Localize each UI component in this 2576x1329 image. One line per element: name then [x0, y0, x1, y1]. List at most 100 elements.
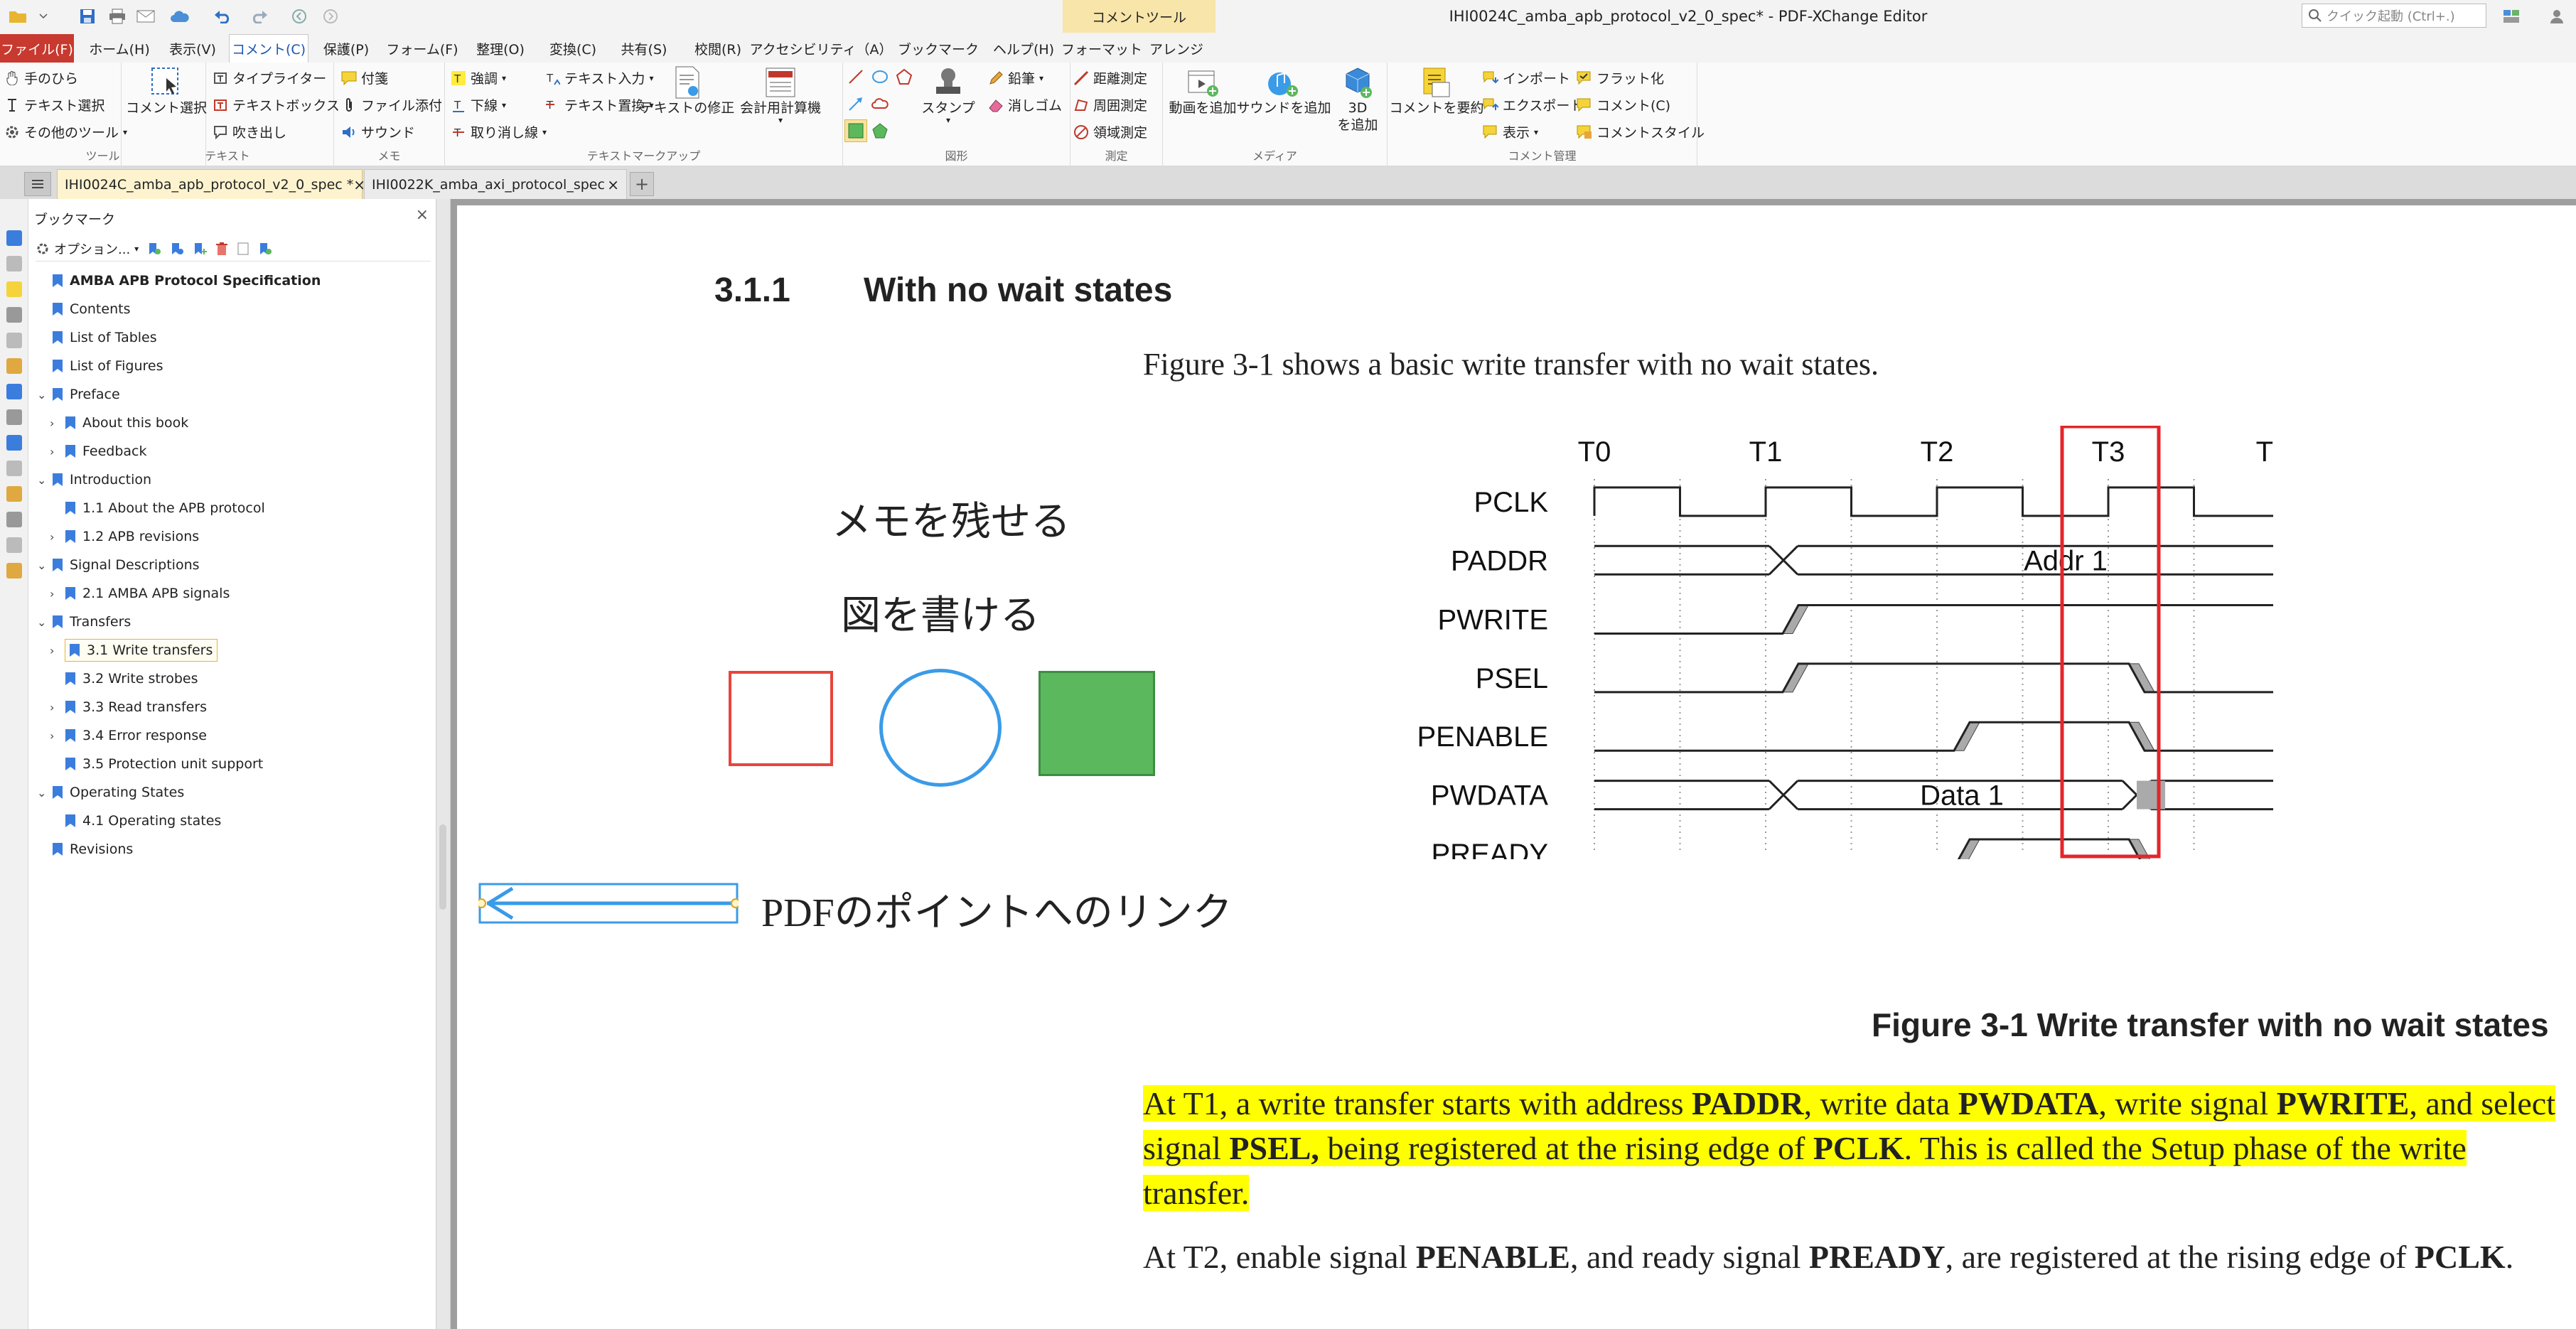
tab-protect[interactable]: 保護(P) [314, 34, 378, 63]
bookmark-options-menu[interactable]: オプション... ▾ [36, 240, 139, 258]
comments-button[interactable]: コメント(C) [1577, 95, 1670, 114]
attachments-pane-icon[interactable] [6, 307, 22, 323]
flatten-button[interactable]: フラット化 [1577, 68, 1664, 87]
signatures-pane-icon[interactable] [6, 384, 22, 399]
circle-annotation[interactable] [879, 669, 1002, 787]
rectangle-icon[interactable] [844, 119, 867, 142]
underline-tool[interactable]: T 下線 ▾ [451, 95, 506, 114]
layers-pane-icon[interactable] [6, 333, 22, 348]
properties-pane-icon[interactable] [6, 409, 22, 425]
bookmark-item[interactable]: › 3.4 Error response [50, 725, 207, 746]
bookmark-item[interactable]: 4.1 Operating states [65, 810, 221, 832]
collapse-arrow-icon[interactable]: ⌄ [37, 786, 46, 800]
bookmark-item[interactable]: › 3.1 Write transfers [50, 639, 218, 662]
bookmark-item[interactable]: Revisions [53, 839, 133, 860]
bookmark-item[interactable]: › 1.2 APB revisions [50, 526, 199, 547]
properties-icon[interactable] [237, 242, 249, 256]
tab-view[interactable]: 表示(V) [161, 34, 225, 63]
draw-annotation-text[interactable]: 図を書ける [841, 583, 1040, 641]
expand-arrow-icon[interactable]: › [50, 729, 54, 743]
bookmark-item[interactable]: ⌄ Preface [37, 384, 120, 405]
collapse-arrow-icon[interactable]: ⌄ [37, 559, 46, 572]
tab-help[interactable]: ヘルプ(H) [988, 34, 1059, 63]
text-correction-tool[interactable]: テキストの修正 [640, 65, 734, 117]
tags-pane-icon[interactable] [6, 486, 22, 502]
tab-list-menu-button[interactable] [24, 172, 51, 196]
bookmark-item[interactable]: List of Tables [53, 327, 157, 348]
cloud-icon[interactable] [168, 4, 192, 28]
ellipse-icon[interactable] [871, 68, 889, 85]
bookmark-item[interactable]: AMBA APB Protocol Specification [53, 270, 321, 291]
expand-arrow-icon[interactable]: › [50, 416, 54, 430]
print-icon[interactable] [105, 4, 129, 28]
summarize-comments-button[interactable]: コメントを要約 [1390, 65, 1484, 117]
pencil-tool[interactable]: 鉛筆 ▾ [988, 68, 1043, 87]
tab-home[interactable]: ホーム(H) [84, 34, 155, 63]
bookmarks-pane-icon[interactable] [6, 230, 22, 246]
doc-tab-apb[interactable]: IHI0024C_amba_apb_protocol_v2_0_spec * × [57, 169, 365, 199]
fields-pane-icon[interactable] [6, 461, 22, 476]
expand-arrow-icon[interactable]: › [50, 445, 54, 458]
pdf-page[interactable]: 3.1.1 With no wait states Figure 3-1 sho… [457, 205, 2576, 1329]
bookmark-item[interactable]: › 2.1 AMBA APB signals [50, 583, 230, 604]
square-annotation[interactable] [729, 671, 833, 766]
layout-icon[interactable] [2499, 4, 2523, 28]
redo-icon[interactable] [247, 4, 272, 28]
links-pane-icon[interactable] [6, 512, 22, 527]
expand-arrow-icon[interactable]: › [50, 644, 54, 657]
collapse-arrow-icon[interactable]: ⌄ [37, 615, 46, 629]
bookmark-item[interactable]: › 3.3 Read transfers [50, 696, 207, 718]
comment-select-tool[interactable]: コメント選択 [126, 65, 207, 117]
bookmark-item[interactable]: 3.5 Protection unit support [65, 753, 263, 775]
add-video-button[interactable]: 動画を追加 [1167, 65, 1238, 117]
pentagon-icon[interactable] [871, 122, 889, 139]
comments-pane-icon[interactable] [6, 281, 22, 297]
hand-tool[interactable]: 手のひら [4, 68, 78, 87]
tab-format[interactable]: フォーマット [1061, 34, 1142, 63]
delete-bookmark-icon[interactable] [215, 242, 228, 256]
cloud-shape-icon[interactable] [871, 95, 889, 112]
tab-file[interactable]: ファイル(F) [0, 34, 74, 63]
attach-file-tool[interactable]: ファイル添付 [341, 95, 442, 114]
arrow-icon[interactable] [847, 95, 864, 112]
forward-icon[interactable] [318, 4, 343, 28]
replace-text-tool[interactable]: Tテキスト置換▾ [544, 95, 653, 114]
add-3d-button[interactable]: 3D を追加 [1331, 65, 1385, 134]
stamp-tool[interactable]: スタンプ ▾ [921, 65, 975, 124]
bookmark-search-icon[interactable] [258, 242, 272, 256]
articles-pane-icon[interactable] [6, 537, 22, 553]
review-pane-icon[interactable] [6, 563, 22, 579]
bookmark-item[interactable]: Contents [53, 298, 130, 320]
tab-review[interactable]: 校閲(R) [682, 34, 753, 63]
bookmark-item[interactable]: › Feedback [50, 441, 146, 462]
import-button[interactable]: インポート [1483, 68, 1570, 87]
expand-arrow-icon[interactable]: › [50, 530, 54, 544]
expand-bookmark-icon[interactable] [193, 242, 208, 256]
comment-style-button[interactable]: コメントスタイル [1577, 122, 1705, 141]
strikeout-tool[interactable]: T取り消し線▾ [451, 122, 547, 141]
doc-tab-axi[interactable]: IHI0022K_amba_axi_protocol_spec × [364, 169, 627, 199]
export-button[interactable]: エクスポート [1483, 95, 1583, 114]
undo-icon[interactable] [210, 4, 235, 28]
thumbnails-pane-icon[interactable] [6, 256, 22, 271]
polygon-icon[interactable] [896, 68, 913, 85]
open-folder-icon[interactable] [6, 4, 30, 28]
bookmark-item[interactable]: 3.2 Write strobes [65, 668, 198, 689]
tab-arrange[interactable]: アレンジ [1144, 34, 1208, 63]
eraser-tool[interactable]: 消しゴム [988, 95, 1062, 114]
bookmark-item[interactable]: ⌄ Signal Descriptions [37, 554, 200, 576]
other-tools-menu[interactable]: その他のツール ▾ [4, 122, 127, 141]
new-tab-button[interactable]: + [630, 172, 654, 196]
close-tab-icon[interactable]: × [607, 176, 619, 193]
panel-splitter[interactable] [436, 199, 451, 1329]
bookmark-item[interactable]: ⌄ Transfers [37, 611, 131, 633]
sticky-note-tool[interactable]: 付箋 [341, 68, 388, 87]
content-pane-icon[interactable] [6, 358, 22, 374]
show-menu[interactable]: 表示 ▾ [1483, 122, 1538, 141]
expand-arrow-icon[interactable]: › [50, 701, 54, 714]
callout-tool[interactable]: 吹き出し [213, 122, 286, 141]
tab-accessibility[interactable]: アクセシビリティ（A） [750, 34, 893, 63]
user-icon[interactable] [2545, 4, 2569, 28]
tab-convert[interactable]: 変換(C) [540, 34, 606, 63]
tab-comment[interactable]: コメント(C) [229, 34, 308, 63]
